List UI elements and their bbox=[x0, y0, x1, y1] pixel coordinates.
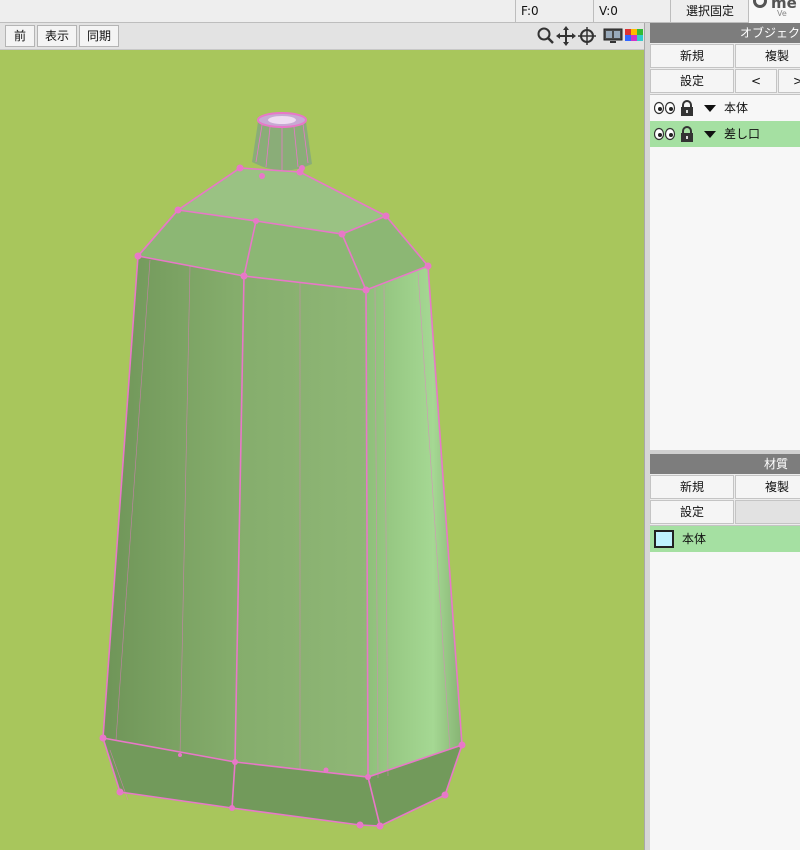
zoom-icon[interactable] bbox=[537, 26, 555, 46]
material-row-main[interactable]: 本体 bbox=[650, 526, 800, 552]
material-panel: 材質 新規 複製 設定 本体 bbox=[650, 454, 800, 850]
select-lock-button[interactable]: 選択固定 bbox=[670, 0, 748, 23]
sync-button[interactable]: 同期 bbox=[79, 25, 119, 47]
object-duplicate-button[interactable]: 複製 bbox=[735, 44, 800, 68]
viewport-toolbar: 前 表示 同期 bbox=[0, 23, 648, 50]
object-next-button[interactable]: > bbox=[778, 69, 800, 93]
move-icon[interactable] bbox=[556, 26, 576, 46]
expand-triangle-icon[interactable] bbox=[704, 105, 716, 112]
screen-icon[interactable] bbox=[603, 26, 623, 46]
material-blank-button bbox=[735, 500, 800, 524]
object-prev-button[interactable]: < bbox=[735, 69, 777, 93]
status-bar: F:0 V:0 選択固定 me Ve bbox=[0, 0, 800, 23]
expand-triangle-icon[interactable] bbox=[704, 131, 716, 138]
app-logo: me Ve bbox=[748, 0, 800, 23]
object-name: 本体 bbox=[724, 101, 749, 115]
face-count: F:0 bbox=[515, 0, 593, 23]
display-button[interactable]: 表示 bbox=[37, 25, 77, 47]
metasequoia-window: F:0 V:0 選択固定 me Ve 前 表示 同期 オブジェク 新規 複製 設… bbox=[0, 0, 800, 850]
material-name: 本体 bbox=[682, 532, 707, 546]
object-panel-title: オブジェク bbox=[650, 23, 800, 43]
object-new-button[interactable]: 新規 bbox=[650, 44, 734, 68]
logo-circle-icon bbox=[753, 0, 767, 8]
object-settings-button[interactable]: 設定 bbox=[650, 69, 734, 93]
object-list: 本体 差し口 bbox=[650, 94, 800, 450]
visibility-eye-icon[interactable] bbox=[654, 101, 676, 115]
material-list: 本体 bbox=[650, 525, 800, 850]
vertex-count: V:0 bbox=[593, 0, 670, 23]
object-panel: オブジェク 新規 複製 設定 < > 本体 差し口 bbox=[650, 23, 800, 450]
bottle-mesh bbox=[99, 112, 466, 830]
material-settings-button[interactable]: 設定 bbox=[650, 500, 734, 524]
lock-icon[interactable] bbox=[680, 126, 694, 142]
object-row-spout[interactable]: 差し口 bbox=[650, 121, 800, 147]
rotate-icon[interactable] bbox=[577, 26, 597, 46]
object-row-main[interactable]: 本体 bbox=[650, 95, 800, 121]
prev-view-button[interactable]: 前 bbox=[5, 25, 35, 47]
material-new-button[interactable]: 新規 bbox=[650, 475, 734, 499]
3d-viewport[interactable] bbox=[0, 50, 644, 850]
logo-version: Ve bbox=[777, 9, 787, 18]
object-name: 差し口 bbox=[724, 127, 761, 141]
color-icon[interactable] bbox=[624, 26, 644, 46]
lock-icon[interactable] bbox=[680, 100, 694, 116]
visibility-eye-icon[interactable] bbox=[654, 127, 676, 141]
material-duplicate-button[interactable]: 複製 bbox=[735, 475, 800, 499]
material-color-swatch[interactable] bbox=[654, 530, 674, 548]
material-panel-title: 材質 bbox=[650, 454, 800, 474]
